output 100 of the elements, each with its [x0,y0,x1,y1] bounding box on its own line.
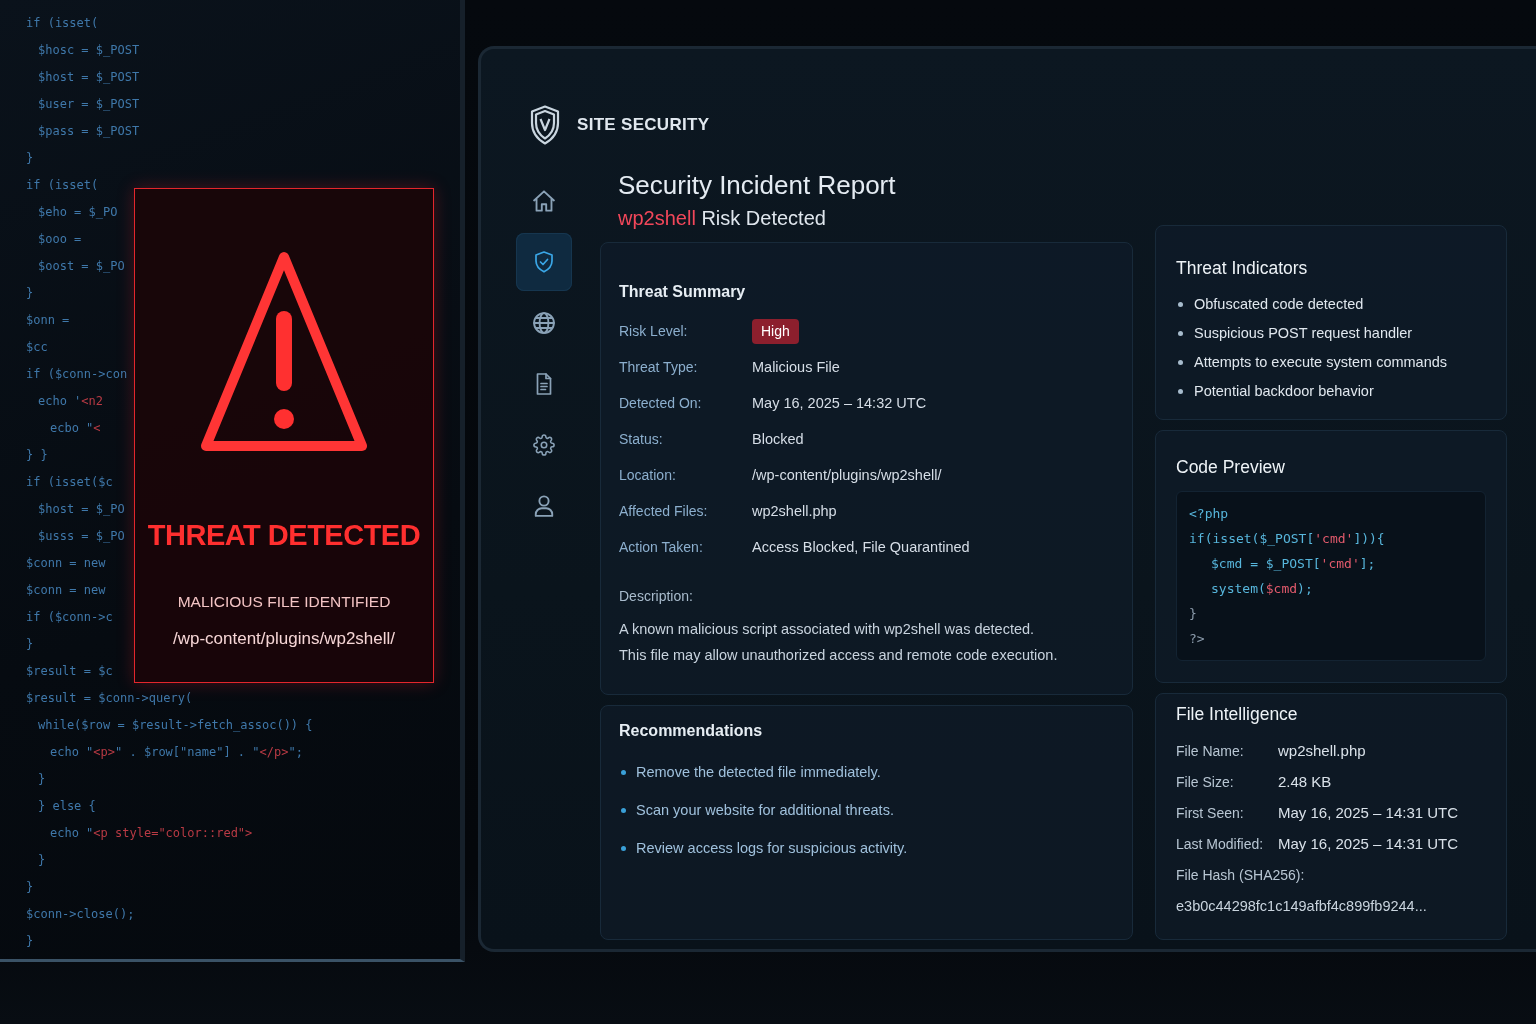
bullet-icon [1178,389,1183,394]
report-subtitle: wp2shell Risk Detected [618,206,827,231]
field-label: Status: [619,431,663,447]
recommendation-text: Review access logs for suspicious activity. [636,839,908,858]
indicator-text: Potential backdoor behavior [1194,382,1374,401]
brand-name: SITE SECURITY [577,115,710,135]
field-value: May 16, 2025 – 14:31 UTC [1278,804,1459,821]
field-label: Action Taken: [619,539,703,555]
code-line: } [26,285,34,302]
code-line: if (isset($c [26,474,113,491]
field-label: Last Modified: [1176,835,1264,852]
code-line: } [26,879,34,896]
alert-file-path: /wp-content/plugins/wp2shell/ [172,628,396,650]
code-line: $conn->close(); [26,906,135,923]
bullet-icon [621,845,626,851]
field-value: 2.48 KB [1278,773,1332,790]
bullet-icon [1178,331,1183,336]
indicator-text: Attempts to execute system commands [1194,353,1448,372]
code-line: system($cmd); [1211,580,1313,598]
indicator-text: Obfuscated code detected [1194,295,1364,314]
bullet-icon [1178,360,1183,365]
code-line: $result = $conn->query( [26,690,193,707]
code-line: if(isset($_POST['cmd'])){ [1189,530,1385,548]
code-line: if (isset( [26,15,99,32]
warning-icon [199,249,369,453]
field-label: File Name: [1176,742,1244,759]
field-label: Risk Level: [619,323,688,339]
code-line: $onn = [26,312,70,329]
globe-icon [533,312,555,334]
code-line: if (isset( [26,177,99,194]
card-title: Recommendations [619,721,764,741]
risk-level-badge: High [752,318,799,344]
code-line: $host = $_PO [38,501,125,518]
field-label: File Size: [1176,773,1234,790]
field-value: Access Blocked, File Quarantined [752,539,970,555]
code-line: } [38,771,46,788]
field-value: wp2shell.php [1278,742,1366,759]
card-title: File Intelligence [1176,703,1299,726]
field-value: wp2shell.php [752,503,837,519]
sidebar-nav-item[interactable] [516,233,572,291]
code-line: $conn = new [26,555,106,572]
card-title: Threat Summary [619,282,747,302]
field-label: Affected Files: [619,503,708,519]
code-line: $cc [26,339,48,356]
field-value: Malicious File [752,359,840,375]
code-line: $host = $_POST [38,69,140,86]
code-line: echo '<n2 [38,393,104,410]
alert-title: THREAT DETECTED [147,518,421,553]
field-label: Location: [619,467,676,483]
description-text: A known malicious script associated with wp2shell was detected. [619,620,1035,639]
code-line: if ($conn->c [26,609,113,626]
code-line: } [26,933,34,950]
bullet-icon [1178,302,1183,307]
alert-subtitle: MALICIOUS FILE IDENTIFIED [177,592,391,612]
user-icon [533,495,555,517]
field-value: May 16, 2025 – 14:32 UTC [752,395,927,411]
shield-check-icon [533,251,555,273]
field-label: First Seen: [1176,804,1244,821]
code-line: } else { [38,798,96,815]
description-text: This file may allow unauthorized access and remote code execution. [619,646,1058,665]
code-line: echo "<p style="color::red"> [50,825,253,842]
code-line: while($row = $result->fetch_assoc()) { [38,717,313,734]
bullet-icon [621,769,626,775]
indicator-text: Suspicious POST request handler [1194,324,1413,343]
code-line: } } [26,447,48,464]
code-line: } [1189,605,1197,623]
code-line: if ($conn->con [26,366,128,383]
code-line: } [38,852,46,869]
field-label: File Hash (SHA256): [1176,866,1305,883]
shield-logo-icon [530,105,560,145]
code-line: ecbo "< [50,420,101,437]
code-line: } [26,150,34,167]
code-line: } [26,636,34,653]
report-title: Security Incident Report [618,169,897,202]
card-title: Threat Indicators [1176,257,1309,280]
recommendation-text: Remove the detected file immediately. [636,763,881,782]
field-label: Detected On: [619,395,702,411]
field-value: Blocked [752,431,804,447]
code-line: $eho = $_PO [38,204,118,221]
file-hash-value: e3b0c44298fc1c149afbf4c899fb9244... [1176,897,1427,914]
home-icon [533,190,555,212]
field-value: /wp-content/plugins/wp2shell/ [752,467,942,483]
settings-icon [533,434,555,456]
code-line: $hosc = $_POST [38,42,140,59]
bullet-icon [621,807,626,813]
field-label: Description: [619,587,693,606]
code-line: $conn = new [26,582,106,599]
card-title: Code Preview [1176,456,1286,479]
recommendation-text: Scan your website for additional threats. [636,801,894,820]
code-line: $result = $c [26,663,113,680]
code-line: $ooo = [38,231,82,248]
field-value: May 16, 2025 – 14:31 UTC [1278,835,1459,852]
code-line: $pass = $_POST [38,123,140,140]
code-line: $cmd = $_POST['cmd']; [1211,555,1376,573]
code-line: $oost = $_PO [38,258,125,275]
code-line: $usss = $_PO [38,528,125,545]
code-line: ?> [1189,630,1205,648]
code-line: <?php [1189,505,1229,523]
code-line: echo "<p>" . $row["name"] . "</p>"; [50,744,303,761]
field-label: Threat Type: [619,359,698,375]
